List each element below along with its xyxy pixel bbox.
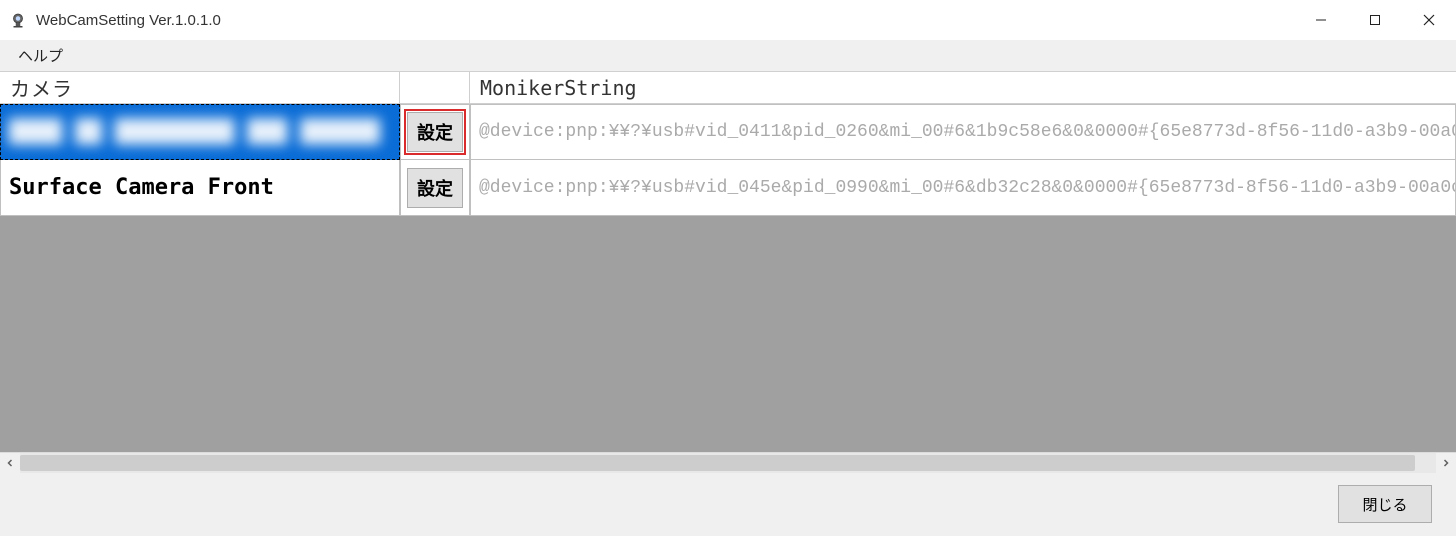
scroll-track[interactable] [20, 453, 1436, 473]
grid-body: ████ ██ █████████ ███ ██████ 設定@device:pn… [0, 104, 1456, 452]
horizontal-scrollbar[interactable] [0, 452, 1456, 472]
table-row[interactable]: Surface Camera Front 設定@device:pnp:¥¥?¥us… [0, 160, 1456, 216]
app-icon [8, 10, 28, 30]
scroll-right-arrow[interactable] [1436, 453, 1456, 473]
titlebar: WebCamSetting Ver.1.0.1.0 [0, 0, 1456, 40]
camera-name: ████ ██ █████████ ███ ██████ [9, 120, 380, 145]
header-camera[interactable]: カメラ [0, 72, 400, 103]
header-setting-spacer [400, 72, 470, 103]
close-button[interactable]: 閉じる [1338, 485, 1432, 523]
setting-cell: 設定 [400, 104, 470, 160]
footer: 閉じる [0, 472, 1456, 536]
camera-grid: カメラ MonikerString ████ ██ █████████ ███ … [0, 72, 1456, 472]
camera-name: Surface Camera Front [9, 175, 274, 200]
minimize-icon [1315, 14, 1327, 26]
scroll-left-arrow[interactable] [0, 453, 20, 473]
camera-name-cell[interactable]: Surface Camera Front [0, 160, 400, 216]
maximize-icon [1369, 14, 1381, 26]
setting-cell: 設定 [400, 160, 470, 216]
close-icon [1423, 14, 1435, 26]
moniker-cell[interactable]: @device:pnp:¥¥?¥usb#vid_0411&pid_0260&mi… [470, 104, 1456, 160]
chevron-right-icon [1442, 459, 1450, 467]
header-moniker[interactable]: MonikerString [470, 72, 1456, 103]
table-row[interactable]: ████ ██ █████████ ███ ██████ 設定@device:pn… [0, 104, 1456, 160]
setting-button[interactable]: 設定 [407, 112, 463, 152]
menubar: ヘルプ [0, 40, 1456, 72]
menu-help[interactable]: ヘルプ [10, 41, 71, 70]
chevron-left-icon [6, 459, 14, 467]
window-title: WebCamSetting Ver.1.0.1.0 [36, 12, 221, 29]
moniker-cell[interactable]: @device:pnp:¥¥?¥usb#vid_045e&pid_0990&mi… [470, 160, 1456, 216]
maximize-button[interactable] [1348, 0, 1402, 40]
camera-name-cell[interactable]: ████ ██ █████████ ███ ██████ [0, 104, 400, 160]
minimize-button[interactable] [1294, 0, 1348, 40]
scroll-thumb[interactable] [20, 455, 1415, 471]
grid-header: カメラ MonikerString [0, 72, 1456, 104]
setting-button[interactable]: 設定 [407, 168, 463, 208]
close-window-button[interactable] [1402, 0, 1456, 40]
